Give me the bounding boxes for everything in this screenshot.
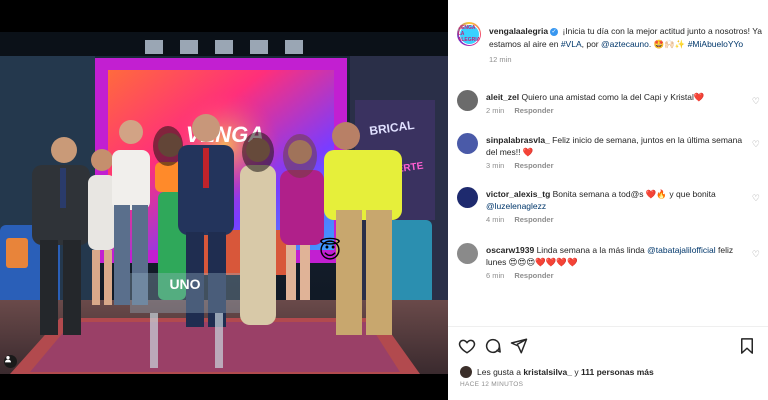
hashtag-link[interactable]: #MiAbueloYYo: [688, 39, 743, 49]
comment-text: aleit_zel Quiero una amistad como la del…: [486, 91, 744, 103]
comment-username[interactable]: victor_alexis_tg: [486, 189, 550, 199]
caption-meta: 12 min: [489, 53, 762, 66]
commenter-avatar[interactable]: [457, 243, 478, 264]
caption-segment: , por: [581, 39, 601, 49]
studio-photo: BRICAL DIVIERTE VENGA: [0, 0, 448, 400]
comment-like-heart-icon[interactable]: ♡: [752, 249, 760, 260]
commenter-avatar[interactable]: [457, 187, 478, 208]
comment-like-heart-icon[interactable]: ♡: [752, 193, 760, 204]
comment-segment: Linda semana a la más linda: [536, 245, 648, 255]
comment-username[interactable]: oscarw1939: [486, 245, 534, 255]
comment-meta: 4 min Responder: [486, 214, 744, 226]
comment-time: 6 min: [486, 271, 505, 280]
likes-text: Les gusta a kristalsilva_ y 111 personas…: [477, 367, 654, 377]
hashtag-link[interactable]: #VLA: [561, 39, 582, 49]
user-tag-button[interactable]: [4, 355, 17, 368]
comment-segment: ❤️: [693, 92, 705, 102]
comment-username[interactable]: sinpalabrasvla_: [486, 135, 550, 145]
author-avatar-image: VENGA LA ALEGRIA: [457, 23, 481, 45]
mention-link[interactable]: @luzelenaglezz: [486, 201, 546, 211]
comment-time: 4 min: [486, 215, 505, 224]
caption-time: 12 min: [489, 55, 512, 64]
comment-item: oscarw1939 Linda semana a la más linda @…: [457, 243, 762, 282]
post-photo[interactable]: BRICAL DIVIERTE VENGA: [0, 0, 448, 400]
halo-emoji-sticker: 😇: [319, 237, 342, 263]
reply-button[interactable]: Responder: [514, 105, 553, 117]
comment-item: victor_alexis_tg Bonita semana a tod@s ❤…: [457, 187, 762, 226]
mention-link[interactable]: @tabatajalilofficial: [647, 245, 715, 255]
likes-summary: Les gusta a kristalsilva_ y 111 personas…: [460, 366, 654, 378]
comment-meta: 2 min Responder: [486, 105, 744, 117]
verified-badge: ✓: [550, 27, 559, 36]
desk-logo: UNO: [169, 276, 200, 292]
mention-link[interactable]: @aztecauno: [601, 39, 649, 49]
reply-button[interactable]: Responder: [514, 214, 553, 226]
comment-segment: Bonita semana a tod@s ❤️🔥 y que bonita: [552, 189, 716, 199]
comment-username[interactable]: aleit_zel: [486, 92, 519, 102]
commenter-avatar[interactable]: [457, 90, 478, 111]
comment-segment: Quiero una amistad como la del Capi y Kr…: [521, 92, 694, 102]
post-timestamp: HACE 12 MINUTOS: [460, 381, 524, 388]
comment-time: 2 min: [486, 106, 505, 115]
liker-username[interactable]: kristalsilva_: [523, 367, 572, 377]
caption-text: vengalaalegria ✓ ¡Inicia tu día con la me…: [489, 25, 762, 51]
reply-button[interactable]: Responder: [514, 270, 553, 282]
share-icon[interactable]: [510, 337, 528, 355]
likes-count-link[interactable]: 111 personas más: [581, 367, 654, 377]
comment-item: sinpalabrasvla_ Feliz inicio de semana, …: [457, 133, 762, 172]
comment-like-heart-icon[interactable]: ♡: [752, 139, 760, 150]
comment-text: sinpalabrasvla_ Feliz inicio de semana, …: [486, 134, 744, 158]
comment-meta: 3 min Responder: [486, 160, 744, 172]
comments-panel: VENGA LA ALEGRIA vengalaalegria ✓ ¡Inicia…: [448, 0, 768, 400]
comment-time: 3 min: [486, 161, 505, 170]
comment-text: oscarw1939 Linda semana a la más linda @…: [486, 244, 744, 268]
divider: [448, 326, 768, 327]
comment-meta: 6 min Responder: [486, 270, 744, 282]
heart-icon[interactable]: [458, 337, 476, 355]
likes-middle: y: [572, 367, 581, 377]
bookmark-icon[interactable]: [738, 337, 756, 355]
comment-text: victor_alexis_tg Bonita semana a tod@s ❤…: [486, 188, 744, 212]
user-tag-icon: [5, 356, 11, 363]
author-username[interactable]: vengalaalegria: [489, 26, 548, 36]
author-avatar[interactable]: VENGA LA ALEGRIA: [457, 22, 481, 46]
liker-avatar[interactable]: [460, 366, 472, 378]
post-caption: VENGA LA ALEGRIA vengalaalegria ✓ ¡Inicia…: [457, 0, 762, 66]
action-bar: [458, 337, 758, 357]
comment-item: aleit_zel Quiero una amistad como la del…: [457, 90, 762, 117]
commenter-avatar[interactable]: [457, 133, 478, 154]
comment-like-heart-icon[interactable]: ♡: [752, 96, 760, 107]
likes-prefix: Les gusta a: [477, 367, 524, 377]
caption-segment: . 🤩🙌🏻✨: [648, 39, 688, 49]
reply-button[interactable]: Responder: [514, 160, 553, 172]
comment-icon[interactable]: [484, 337, 502, 355]
